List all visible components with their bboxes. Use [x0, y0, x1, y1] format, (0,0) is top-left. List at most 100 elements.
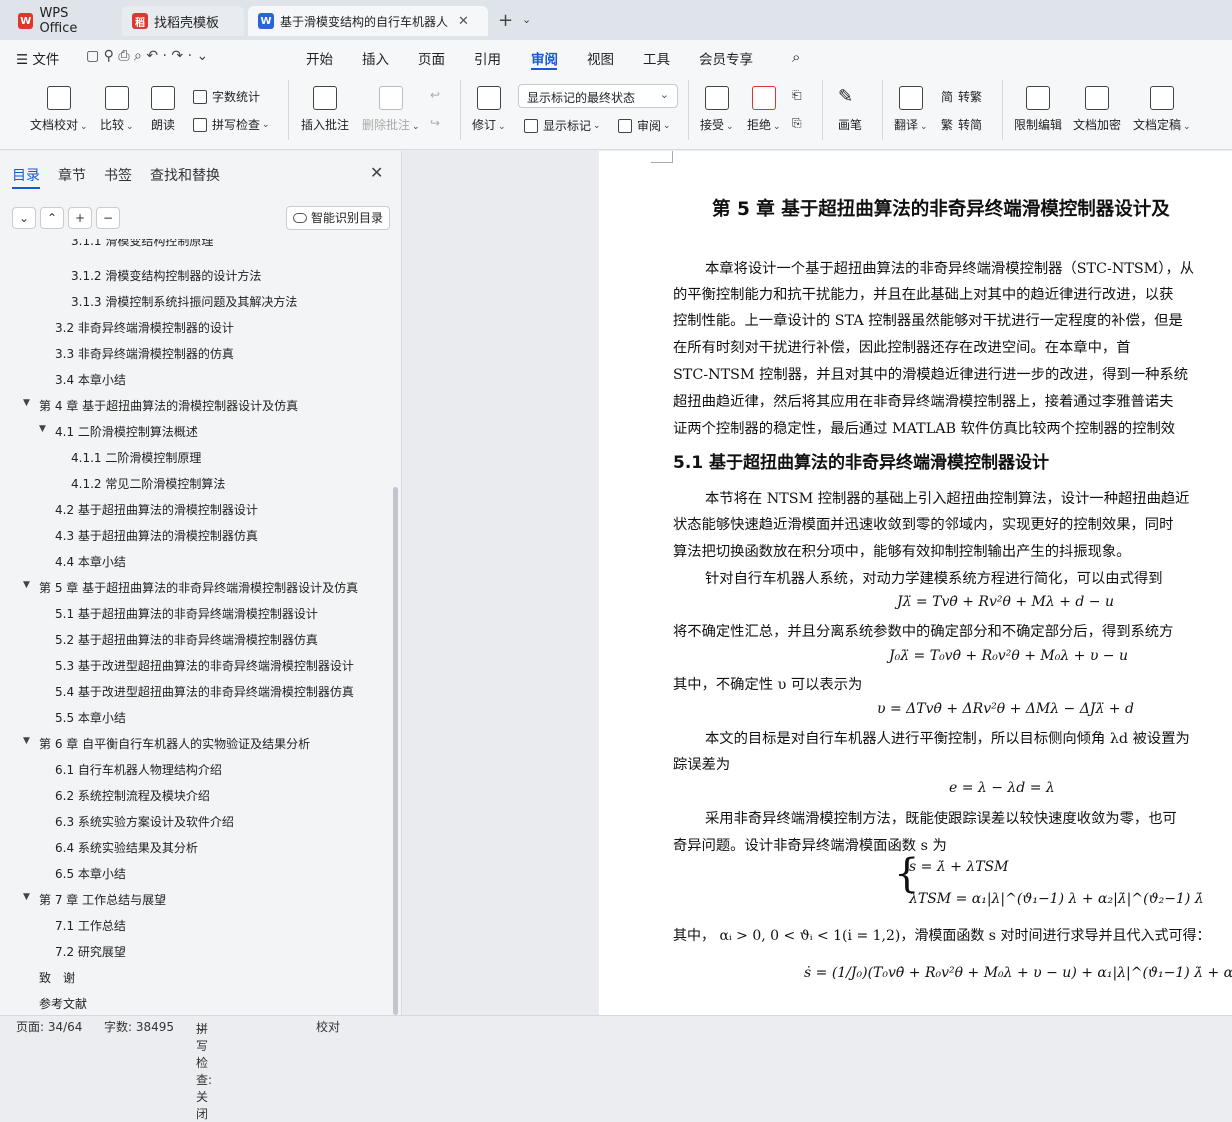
tab-sections[interactable]: 章节 [58, 165, 86, 185]
toc-chapter[interactable]: ▼ 第 6 章 自平衡自行车机器人的实物验证及结果分析 [23, 735, 310, 752]
prev-change-icon[interactable]: ⎗ [792, 88, 802, 103]
active-menu-indicator [531, 68, 557, 70]
expand-triangle-icon[interactable]: ▼ [23, 736, 30, 746]
toc-item[interactable]: 3.1.3 滑模控制系统抖振问题及其解决方法 [71, 293, 297, 310]
menu-references[interactable]: 引用 [474, 48, 501, 68]
collapse-up-button[interactable]: ⌃ [40, 207, 64, 229]
toc-item[interactable]: 5.5 本章小结 [55, 709, 126, 726]
paragraph-line: STC-NTSM 控制器，并且对其中的滑模趋近律进行进一步的改进，得到一种系统 [673, 367, 1189, 383]
toc-item[interactable]: 6.5 本章小结 [55, 865, 126, 882]
file-menu[interactable]: ☰ 文件 [16, 48, 59, 68]
expand-triangle-icon[interactable]: ▼ [23, 580, 30, 590]
toc-item[interactable]: 3.1.1 滑模变结构控制原理 [71, 239, 213, 249]
expand-triangle-icon[interactable]: ▼ [23, 398, 30, 408]
quick-access-icons[interactable]: ▢ ⚲ ⎙ ⌕ ↶ · ↷ · ⌄ [86, 48, 208, 64]
proofread-status[interactable]: 校对 [316, 1018, 340, 1035]
menu-tools[interactable]: 工具 [643, 48, 670, 68]
tab-wps-office[interactable]: W WPS Office [8, 6, 118, 36]
add-level-button[interactable]: + [68, 207, 92, 229]
toc-item[interactable]: 4.2 基于超扭曲算法的滑模控制器设计 [55, 501, 258, 518]
toc-item[interactable]: 4.1.2 常见二阶滑模控制算法 [71, 475, 225, 492]
close-icon[interactable]: ✕ [458, 14, 469, 29]
hamburger-icon: ☰ [16, 52, 33, 68]
reject-button[interactable]: 拒绝 ⌄ [747, 86, 781, 133]
insert-comment-button[interactable]: 插入批注 [301, 86, 349, 133]
toc-item[interactable]: 参考文献 [39, 995, 87, 1012]
tab-toc[interactable]: 目录 [12, 165, 40, 185]
toc-section[interactable]: ▼ 4.1 二阶滑模控制算法概述 [39, 423, 198, 440]
menu-review[interactable]: 审阅 [531, 48, 558, 68]
pen-button[interactable]: ✎ 画笔 [838, 86, 862, 133]
toc-item[interactable]: 3.2 非奇异终端滑模控制器的设计 [55, 319, 234, 336]
page-indicator[interactable]: 页面: 34/64 [16, 1018, 82, 1035]
translate-button[interactable]: 翻译 ⌄ [894, 86, 928, 133]
review-pane-button[interactable]: 审阅 ⌄ [618, 117, 671, 134]
prev-comment-icon[interactable]: ↩ [430, 88, 440, 102]
chevron-down-icon[interactable]: ⌄ [522, 13, 531, 26]
word-count-button[interactable]: 字数统计 [193, 88, 260, 105]
toc-item[interactable]: 6.2 系统控制流程及模块介绍 [55, 787, 210, 804]
toc-chapter[interactable]: ▼ 第 7 章 工作总结与展望 [23, 891, 166, 908]
smart-toc-button[interactable]: 智能识别目录 [286, 206, 390, 230]
equation: J₀λ̈ = T₀vθ̇ + R₀v²θ + M₀λ + υ − u [889, 648, 1128, 664]
word-count[interactable]: 字数: 38495 [104, 1018, 174, 1035]
toc-item[interactable]: 7.1 工作总结 [55, 917, 126, 934]
toc-scrollbar[interactable] [393, 487, 398, 1015]
expand-down-button[interactable]: ⌄ [12, 207, 36, 229]
close-icon[interactable]: ✕ [370, 163, 383, 182]
toc-item[interactable]: 7.2 研究展望 [55, 943, 126, 960]
toc-item[interactable]: 4.3 基于超扭曲算法的滑模控制器仿真 [55, 527, 258, 544]
toc-item[interactable]: 6.4 系统实验结果及其分析 [55, 839, 198, 856]
next-change-icon[interactable]: ⎘ [792, 116, 802, 131]
expand-triangle-icon[interactable]: ▼ [39, 424, 46, 434]
document-page[interactable]: 第 5 章 基于超扭曲算法的非奇异终端滑模控制器设计及 本章将设计一个基于超扭曲… [599, 151, 1232, 1015]
menu-member[interactable]: 会员专享 [699, 48, 753, 68]
toc-item[interactable]: 6.3 系统实验方案设计及软件介绍 [55, 813, 234, 830]
accept-button[interactable]: 接受 ⌄ [700, 86, 734, 133]
tab-label: WPS Office [39, 6, 78, 36]
toc-item[interactable]: 5.2 基于超扭曲算法的非奇异终端滑模控制器仿真 [55, 631, 318, 648]
tab-document[interactable]: W 基于滑模变结构的自行车机器人 ✕ [248, 6, 488, 36]
toc-item[interactable]: 3.1.2 滑模变结构控制器的设计方法 [71, 267, 261, 284]
toc-chapter[interactable]: ▼ 第 4 章 基于超扭曲算法的滑模控制器设计及仿真 [23, 397, 298, 414]
read-aloud-button[interactable]: 朗读 [151, 86, 175, 133]
track-changes-button[interactable]: 修订 ⌄ [472, 86, 506, 133]
menu-page[interactable]: 页面 [418, 48, 445, 68]
toc-item[interactable]: 5.1 基于超扭曲算法的非奇异终端滑模控制器设计 [55, 605, 318, 622]
search-icon[interactable]: ⌕ [792, 48, 800, 66]
finalize-button[interactable]: 文档定稿 ⌄ [1133, 86, 1191, 133]
remove-level-button[interactable]: − [96, 207, 120, 229]
toc-item[interactable]: 4.4 本章小结 [55, 553, 126, 570]
to-traditional-button[interactable]: 简转繁 [941, 88, 982, 105]
tab-bookmarks[interactable]: 书签 [104, 165, 132, 185]
reject-icon [751, 86, 776, 110]
encrypt-button[interactable]: 文档加密 [1073, 86, 1121, 133]
spell-check-button[interactable]: 拼写检查 ⌄ [193, 116, 270, 133]
toc-item[interactable]: 6.1 自行车机器人物理结构介绍 [55, 761, 222, 778]
tab-template[interactable]: 稻 找稻壳模板 [122, 6, 244, 36]
toc-item[interactable]: 5.3 基于改进型超扭曲算法的非奇异终端滑模控制器设计 [55, 657, 354, 674]
show-markup-button[interactable]: 显示标记 ⌄ [524, 117, 601, 134]
doc-check-button[interactable]: 文档校对 ⌄ [30, 86, 88, 133]
delete-comment-button[interactable]: 删除批注 ⌄ [362, 86, 420, 133]
tab-find-replace[interactable]: 查找和替换 [150, 165, 220, 185]
paragraph-line: 采用非奇异终端滑模控制方法，既能使跟踪误差以较快速度收敛为零，也可 [705, 811, 1177, 827]
to-simplified-button[interactable]: 繁转简 [941, 116, 982, 133]
menu-bar: ☰ 文件 ▢ ⚲ ⎙ ⌕ ↶ · ↷ · ⌄ 开始 插入 页面 引用 审阅 视图… [0, 40, 1232, 72]
expand-triangle-icon[interactable]: ▼ [23, 892, 30, 902]
new-tab-icon[interactable]: + [498, 10, 513, 31]
next-comment-icon[interactable]: ↪ [430, 116, 440, 130]
toc-item[interactable]: 5.4 基于改进型超扭曲算法的非奇异终端滑模控制器仿真 [55, 683, 354, 700]
toc-item[interactable]: 3.4 本章小结 [55, 371, 126, 388]
toc-chapter[interactable]: ▼ 第 5 章 基于超扭曲算法的非奇异终端滑模控制器设计及仿真 [23, 579, 358, 596]
compare-button[interactable]: 比较 ⌄ [100, 86, 134, 133]
toc-item[interactable]: 致 谢 [39, 969, 75, 986]
menu-view[interactable]: 视图 [587, 48, 614, 68]
toc-item[interactable]: 3.3 非奇异终端滑模控制器的仿真 [55, 345, 234, 362]
menu-home[interactable]: 开始 [306, 48, 333, 68]
toc-item[interactable]: 4.1.1 二阶滑模控制原理 [71, 449, 201, 466]
menu-insert[interactable]: 插入 [362, 48, 389, 68]
restrict-edit-button[interactable]: 限制编辑 [1014, 86, 1062, 133]
markup-state-select[interactable]: 显示标记的最终状态 ⌄ [518, 84, 678, 108]
paragraph-line: 控制性能。上一章设计的 STA 控制器虽然能够对干扰进行一定程度的补偿，但是 [673, 313, 1183, 329]
